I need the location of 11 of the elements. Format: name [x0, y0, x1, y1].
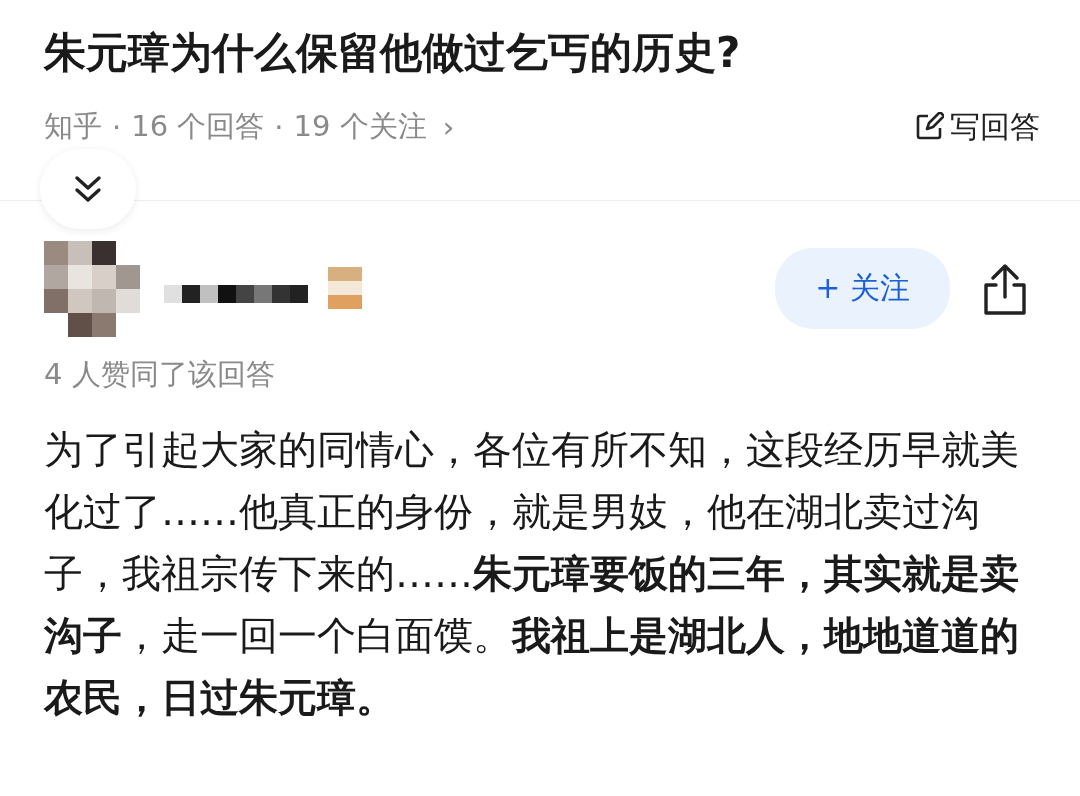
follow-count[interactable]: 19 个关注: [293, 107, 427, 148]
more-link[interactable]: ›: [442, 110, 455, 145]
source-label[interactable]: 知乎: [44, 107, 102, 148]
follow-button[interactable]: + 关注: [775, 248, 950, 330]
answer-text: 为了引起大家的同情心，各位有所不知，这段经历早就美化过了……他真正的身份，就是男妓，他在湖北卖过沟子，我祖宗传下来的……朱元璋要饭的三年，其实就是卖沟子，走一回一个白面馍。我祖上是湖北人，地地道道的农民，日过朱元璋。: [44, 425, 1020, 722]
answer-count[interactable]: 16 个回答: [131, 107, 265, 148]
separator-dot: ·: [274, 110, 284, 145]
write-answer-button[interactable]: 写回答: [914, 106, 1040, 148]
question-title: 朱元璋为什么保留他做过乞丐的历史?: [44, 27, 742, 79]
upvote-count: 4 人赞同了该回答: [44, 355, 276, 393]
separator-dot: ·: [112, 110, 122, 145]
